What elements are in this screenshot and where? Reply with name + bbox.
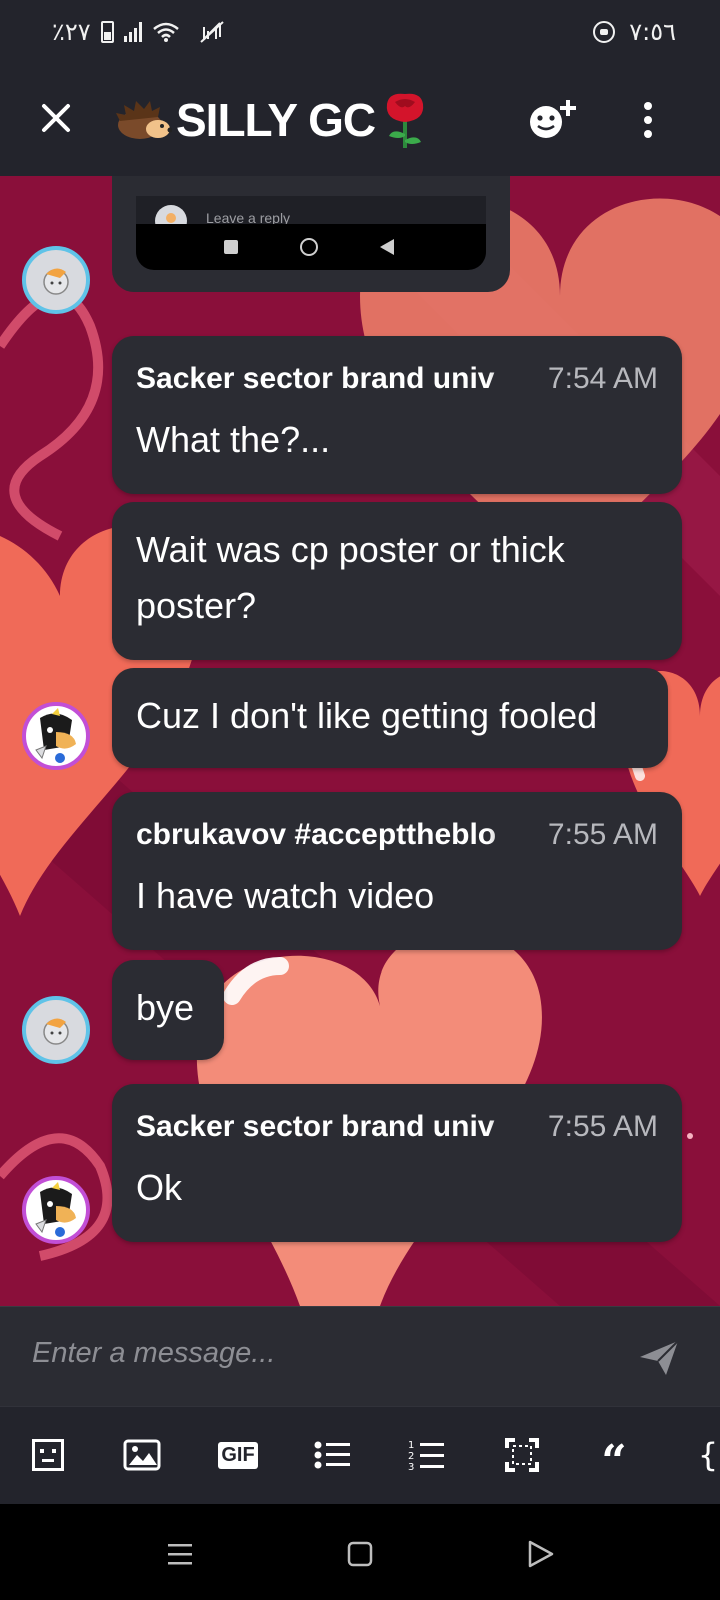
back-icon[interactable] (522, 1536, 558, 1572)
hedgehog-emoji (116, 101, 172, 139)
embed-nav-bar (136, 224, 486, 270)
avatar[interactable] (22, 996, 90, 1064)
brace-label: { (698, 1436, 718, 1474)
message-bubble[interactable]: cbrukavov #accepttheblo 7:55 AM I have w… (112, 792, 682, 950)
gif-icon[interactable]: GIF (218, 1435, 258, 1475)
bulleted-list-icon[interactable] (312, 1435, 352, 1475)
embedded-image-message[interactable]: Leave a reply (112, 176, 510, 292)
add-member-icon[interactable] (524, 96, 578, 144)
svg-text:2: 2 (408, 1451, 414, 1462)
message-bubble[interactable]: Cuz I don't like getting fooled (112, 668, 668, 768)
message-author[interactable]: Sacker sector brand univ (136, 362, 528, 396)
formatting-toolbar: GIF 123 “ { (0, 1406, 720, 1504)
code-icon[interactable]: { (688, 1435, 720, 1475)
home-icon[interactable] (342, 1536, 378, 1572)
quote-label: “ (601, 1436, 627, 1487)
message-input[interactable]: Enter a message... (32, 1337, 275, 1370)
message-text: Ok (136, 1167, 183, 1208)
message-text: Cuz I don't like getting fooled (136, 695, 598, 736)
wifi-icon (152, 22, 179, 42)
signal-icon (123, 22, 142, 42)
avatar[interactable] (22, 702, 90, 770)
message-text: poster? (136, 585, 257, 626)
chat-title: SILLY GC (176, 94, 376, 146)
more-options-icon[interactable] (630, 100, 666, 140)
screen-record-icon (593, 21, 616, 43)
avatar[interactable] (22, 246, 90, 314)
embed-home-icon (300, 238, 318, 256)
battery-percent: ٪٢٧ (52, 18, 91, 46)
data-off-icon (199, 21, 224, 43)
system-nav-bar (0, 1504, 720, 1600)
message-composer[interactable]: Enter a message... (0, 1306, 720, 1406)
clock: ٧:٥٦ (629, 18, 676, 46)
rose-emoji (386, 93, 424, 148)
message-author[interactable]: cbrukavov #accepttheblo (136, 818, 528, 852)
chat-messages-area[interactable]: Leave a reply Sacker sector brand univ 7… (0, 176, 720, 1306)
message-bubble[interactable]: Sacker sector brand univ 7:54 AM What th… (112, 336, 682, 494)
message-time: 7:54 AM (547, 362, 658, 395)
message-bubble[interactable]: Wait was cp poster or thick poster? (112, 502, 682, 660)
gif-label: GIF (218, 1441, 258, 1469)
spoiler-icon[interactable] (502, 1435, 542, 1475)
recent-apps-icon[interactable] (162, 1536, 198, 1572)
message-time: 7:55 AM (547, 1110, 658, 1143)
svg-text:3: 3 (408, 1462, 414, 1472)
embed-back-icon (380, 239, 394, 255)
message-text: I have watch video (136, 875, 435, 916)
message-bubble[interactable]: Sacker sector brand univ 7:55 AM Ok (112, 1084, 682, 1242)
message-bubble[interactable]: bye (112, 960, 224, 1060)
message-time: 7:55 AM (547, 818, 658, 851)
chat-title-group[interactable]: SILLY GC (114, 90, 431, 150)
sticker-icon[interactable] (28, 1435, 68, 1475)
numbered-list-icon[interactable]: 123 (406, 1435, 446, 1475)
image-icon[interactable] (122, 1435, 162, 1475)
embed-square-icon (224, 240, 238, 254)
svg-text:1: 1 (408, 1440, 414, 1451)
battery-icon (100, 21, 114, 43)
message-text: What the?... (136, 419, 331, 460)
chat-header: SILLY GC (0, 64, 720, 176)
close-icon[interactable] (36, 98, 76, 138)
message-author[interactable]: Sacker sector brand univ (136, 1110, 528, 1144)
quote-icon[interactable]: “ (594, 1435, 634, 1484)
message-text: bye (136, 987, 195, 1028)
avatar[interactable] (22, 1176, 90, 1244)
message-text: Wait was cp poster or thick (136, 529, 565, 570)
send-icon[interactable] (638, 1337, 680, 1377)
status-bar: ٪٢٧ ٧:٥٦ (0, 0, 720, 64)
